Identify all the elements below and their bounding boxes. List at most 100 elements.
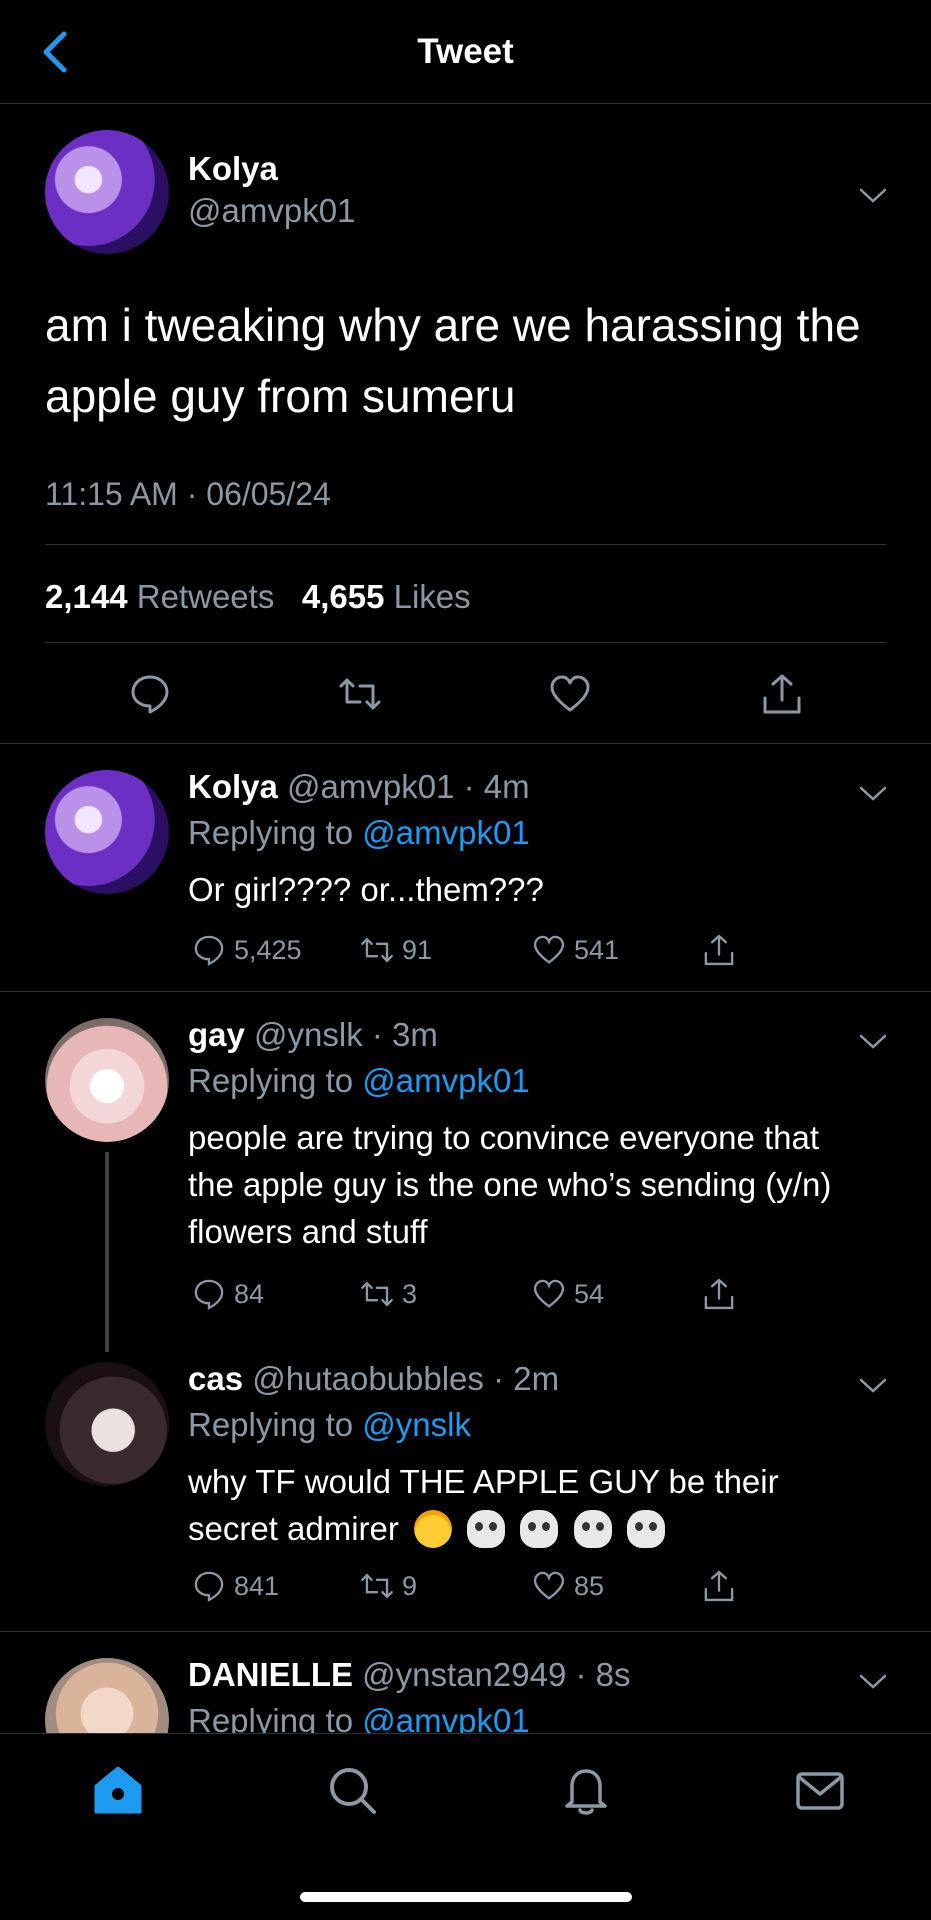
chevron-down-icon[interactable] [858,1672,888,1692]
replying-to-label: Replying to [188,1062,363,1099]
reply-tweet[interactable]: DANIELLE @ynstan2949 · 8s Replying to @a… [0,1632,931,1733]
like-action[interactable]: 85 [532,1566,604,1606]
replying-to-label: Replying to [188,1702,363,1733]
avatar[interactable] [45,130,169,254]
retweet-action[interactable]: 9 [360,1566,417,1606]
share-action[interactable] [702,1274,736,1314]
retweet-icon[interactable] [338,672,382,716]
author-name[interactable]: cas [188,1360,243,1397]
share-action[interactable] [702,930,736,970]
avatar[interactable] [45,770,169,894]
comment-icon [194,1571,224,1602]
replying-to-handle[interactable]: @amvpk01 [362,1062,529,1099]
reply-text: Or girl???? or...them??? [188,871,544,908]
author-handle-time[interactable]: @ynslk · 3m [254,1016,438,1053]
reply-thread: gay @ynslk · 3m Replying to @amvpk01 peo… [0,992,931,1632]
comment-action[interactable]: 84 [192,1274,264,1314]
reply-actions: 841 9 85 [188,1566,748,1606]
replying-to-handle[interactable]: @amvpk01 [362,1702,529,1733]
reply-header: cas @hutaobubbles · 2m [188,1360,559,1398]
retweets-label[interactable]: Retweets [137,578,275,615]
retweet-icon [361,1573,393,1599]
comment-count: 841 [234,1570,280,1601]
replying-to: Replying to @amvpk01 [188,814,530,852]
main-tweet: Kolya @amvpk01 am i tweaking why are we … [0,104,931,744]
retweet-count: 91 [402,934,433,965]
comment-action[interactable]: 5,425 [192,930,302,970]
skull-icon [520,1510,559,1548]
heart-icon [533,1279,565,1308]
replying-to-handle[interactable]: @amvpk01 [362,814,529,851]
thread-connector [105,1152,109,1352]
home-indicator[interactable] [300,1892,632,1902]
skull-icon [467,1510,506,1548]
home-icon[interactable] [90,1762,146,1818]
like-count: 541 [574,934,620,965]
chevron-down-icon[interactable] [858,784,888,804]
replying-to: Replying to @amvpk01 [188,1062,530,1100]
chevron-down-icon[interactable] [858,1032,888,1052]
page-title: Tweet [417,32,514,71]
author-handle-time[interactable]: @ynstan2949 · 8s [362,1656,630,1693]
heart-icon[interactable] [548,672,592,716]
comment-count: 5,425 [234,934,302,965]
author-name[interactable]: Kolya [188,768,278,805]
skull-icon [626,1510,665,1548]
avatar[interactable] [45,1018,169,1142]
like-count[interactable]: 4,655 [302,578,385,615]
retweet-action[interactable]: 3 [360,1274,417,1314]
reply-header: Kolya @amvpk01 · 4m [188,768,530,806]
like-count: 85 [574,1570,605,1601]
reply-actions: 84 3 54 [188,1274,748,1314]
like-action[interactable]: 54 [532,1274,604,1314]
comment-icon [194,935,224,966]
retweet-icon [361,1281,393,1307]
share-icon [704,934,734,966]
retweet-count: 9 [402,1570,418,1601]
chevron-down-icon[interactable] [858,186,888,206]
retweet-count[interactable]: 2,144 [45,578,128,615]
crying-face-icon [414,1510,453,1548]
divider [45,642,886,643]
chevron-down-icon[interactable] [858,1376,888,1396]
avatar[interactable] [45,1362,169,1486]
reply-tweet[interactable]: Kolya @amvpk01 · 4m Replying to @amvpk01… [0,744,931,992]
replying-to: Replying to @amvpk01 [188,1702,530,1733]
share-icon [704,1278,734,1310]
divider [45,544,886,545]
comment-count: 84 [234,1278,265,1309]
bell-icon[interactable] [558,1762,614,1818]
replying-to-label: Replying to [188,1406,363,1443]
author-name[interactable]: Kolya [188,150,278,188]
avatar[interactable] [45,1658,169,1733]
reply-text: people are trying to convince everyone t… [188,1119,832,1250]
tweet-text: am i tweaking why are we harassing the a… [45,299,861,422]
like-count: 54 [574,1278,605,1309]
author-handle-time[interactable]: @amvpk01 · 4m [287,768,530,805]
reply-header: DANIELLE @ynstan2949 · 8s [188,1656,631,1694]
author-name[interactable]: gay [188,1016,245,1053]
author-handle[interactable]: @amvpk01 [188,192,355,230]
top-bar: Tweet [0,0,931,104]
search-icon[interactable] [324,1762,380,1818]
mail-icon[interactable] [792,1762,848,1818]
likes-label[interactable]: Likes [394,578,471,615]
like-action[interactable]: 541 [532,930,619,970]
comment-icon[interactable] [128,672,172,716]
heart-icon [533,1571,565,1600]
tweet-timestamp: 11:15 AM · 06/05/24 [45,476,331,512]
replying-to-handle[interactable]: @ynslk [362,1406,471,1443]
replying-to-label: Replying to [188,814,363,851]
retweet-count: 3 [402,1278,418,1309]
retweet-action[interactable]: 91 [360,930,432,970]
replying-to: Replying to @ynslk [188,1406,471,1444]
comment-icon [194,1279,224,1310]
share-icon [704,1570,734,1602]
share-action[interactable] [702,1566,736,1606]
share-icon[interactable] [760,672,804,716]
reply-text-container: why TF would THE APPLE GUY be their secr… [188,1458,868,1552]
retweet-icon [361,937,393,963]
author-handle-time[interactable]: @hutaobubbles · 2m [252,1360,559,1397]
author-name[interactable]: DANIELLE [188,1656,353,1693]
comment-action[interactable]: 841 [192,1566,279,1606]
